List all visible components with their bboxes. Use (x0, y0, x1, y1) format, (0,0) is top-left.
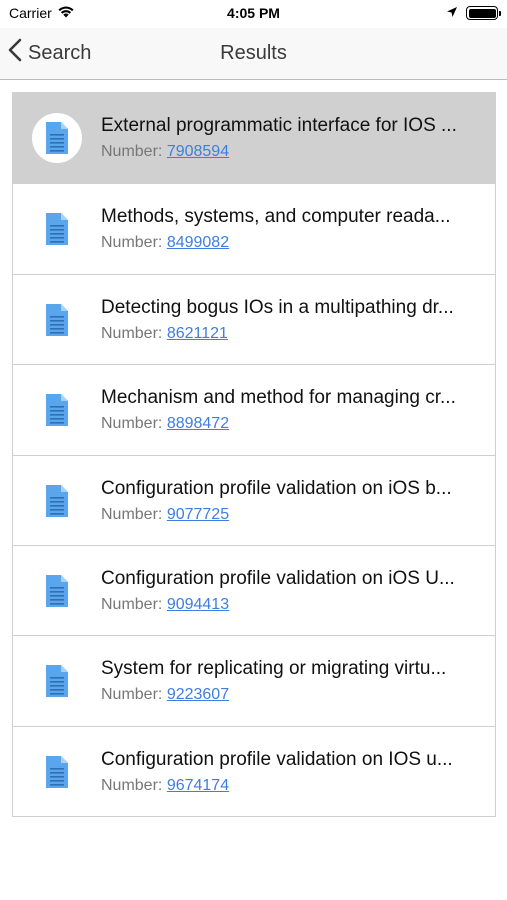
result-number-link[interactable]: 9077725 (167, 506, 229, 523)
result-number-line: Number: 9094413 (101, 596, 229, 614)
result-number-label: Number: (101, 776, 163, 794)
result-number-line: Number: 9223607 (101, 686, 229, 704)
document-icon (32, 656, 82, 706)
result-number-label: Number: (101, 324, 163, 342)
document-icon (32, 476, 82, 526)
document-icon (32, 113, 82, 163)
result-title: Configuration profile validation on IOS … (101, 748, 453, 770)
result-number-link[interactable]: 7908594 (167, 143, 229, 160)
result-row[interactable]: Mechanism and method for managing cr... … (13, 364, 495, 455)
result-row[interactable]: Detecting bogus IOs in a multipathing dr… (13, 273, 495, 365)
status-bar: Carrier 4:05 PM (0, 0, 507, 28)
result-title: Configuration profile validation on iOS … (101, 477, 452, 499)
result-title: Methods, systems, and computer reada... (101, 206, 451, 228)
result-number-label: Number: (101, 505, 163, 523)
result-number-line: Number: 8499082 (101, 234, 229, 252)
result-number-link[interactable]: 8499082 (167, 234, 229, 251)
result-number-line: Number: 8621121 (101, 325, 228, 343)
result-row[interactable]: Configuration profile validation on iOS … (13, 544, 495, 636)
result-title: Mechanism and method for managing cr... (101, 387, 456, 409)
result-row[interactable]: System for replicating or migrating virt… (13, 635, 495, 726)
status-right (446, 5, 501, 21)
result-number-line: Number: 8898472 (101, 415, 229, 433)
result-row[interactable]: Configuration profile validation on iOS … (13, 454, 495, 545)
document-icon (32, 566, 82, 616)
result-row[interactable]: External programmatic interface for IOS … (13, 93, 495, 184)
document-icon (32, 747, 82, 797)
navigation-bar: Search Results (0, 28, 507, 80)
battery-icon (466, 6, 501, 20)
result-number-link[interactable]: 9223607 (167, 686, 229, 703)
result-number-label: Number: (101, 143, 163, 160)
document-icon (32, 204, 82, 254)
result-number-link[interactable]: 8621121 (167, 325, 228, 342)
result-number-line: Number: 9674174 (101, 777, 229, 795)
result-row[interactable]: Methods, systems, and computer reada... … (13, 183, 495, 274)
result-title: External programmatic interface for IOS … (101, 115, 457, 136)
result-number-label: Number: (101, 415, 163, 433)
result-number-label: Number: (101, 234, 163, 252)
result-title: Detecting bogus IOs in a multipathing dr… (101, 296, 454, 318)
result-number-line: Number: 9077725 (101, 506, 229, 524)
location-arrow-icon (446, 5, 458, 21)
result-number-label: Number: (101, 595, 163, 613)
results-list: External programmatic interface for IOS … (12, 92, 496, 818)
document-icon (32, 385, 82, 435)
result-number-label: Number: (101, 686, 163, 704)
result-number-line: Number: 7908594 (101, 143, 229, 161)
result-number-link[interactable]: 8898472 (167, 415, 229, 432)
result-number-link[interactable]: 9094413 (167, 596, 229, 613)
document-icon (32, 295, 82, 345)
result-title: System for replicating or migrating virt… (101, 658, 447, 680)
page-title: Results (220, 42, 287, 64)
result-row[interactable]: Configuration profile validation on IOS … (13, 725, 495, 817)
status-time: 4:05 PM (227, 5, 280, 21)
result-number-link[interactable]: 9674174 (167, 777, 229, 794)
result-title: Configuration profile validation on iOS … (101, 567, 455, 589)
